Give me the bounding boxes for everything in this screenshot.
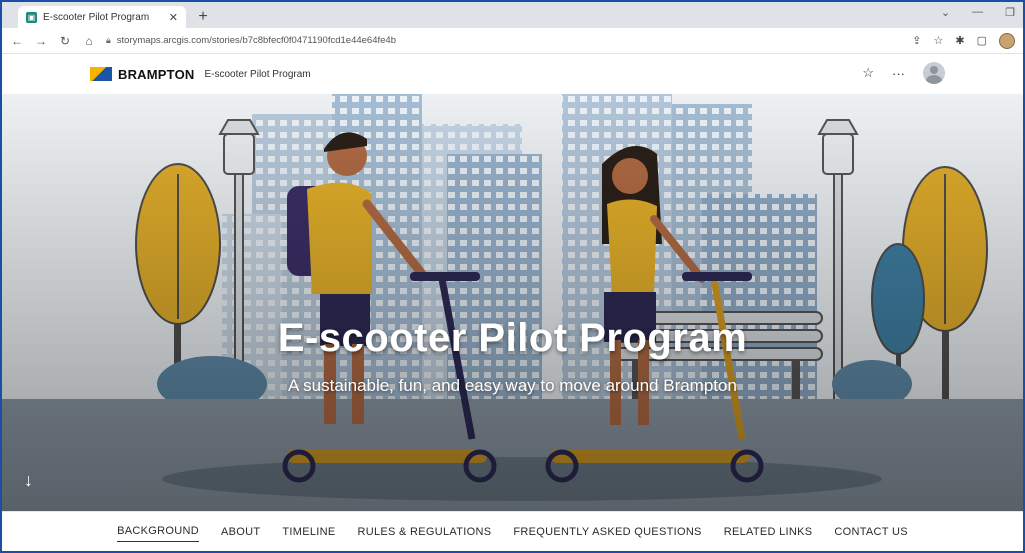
bookmark-star-icon[interactable]: ☆ [934, 34, 944, 47]
nav-timeline[interactable]: TIMELINE [282, 522, 335, 542]
home-icon[interactable]: ⌂ [82, 34, 96, 48]
nav-contact-us[interactable]: CONTACT US [834, 522, 908, 542]
brampton-logo-icon [90, 67, 112, 81]
sidepanel-icon[interactable]: ▢ [977, 34, 987, 47]
more-options-icon[interactable]: ··· [892, 66, 905, 81]
chevron-down-icon[interactable]: ⌄ [941, 6, 950, 19]
storymaps-icon: ▣ [26, 11, 37, 23]
brand-name: BRAMPTON [118, 66, 195, 82]
program-name: E-scooter Pilot Program [204, 68, 311, 80]
nav-background[interactable]: BACKGROUND [117, 521, 199, 542]
hero-illustration [2, 94, 1023, 514]
user-avatar[interactable] [923, 62, 945, 84]
url-field[interactable]: 🔒︎ storymaps.arcgis.com/stories/b7c8bfec… [106, 31, 902, 51]
site-header: BRAMPTON E-scooter Pilot Program ☆ ··· [2, 54, 1023, 94]
nav-about[interactable]: ABOUT [221, 522, 260, 542]
nav-faq[interactable]: FREQUENTLY ASKED QUESTIONS [513, 522, 701, 542]
new-tab-button[interactable]: + [192, 6, 214, 28]
reload-icon[interactable]: ↻ [58, 34, 72, 48]
profile-avatar[interactable] [999, 32, 1015, 49]
scroll-down-icon[interactable]: ↓ [24, 470, 33, 491]
close-tab-icon[interactable]: ✕ [169, 11, 178, 24]
forward-icon[interactable]: → [34, 34, 48, 48]
back-icon[interactable]: ← [10, 34, 24, 48]
restore-icon[interactable]: ❐ [1005, 6, 1015, 19]
share-icon[interactable]: ⇪ [912, 34, 921, 47]
story-navigation: BACKGROUND ABOUT TIMELINE RULES & REGULA… [2, 511, 1023, 551]
tab-strip: ▣ E-scooter Pilot Program ✕ + ⌄ — ❐ [2, 2, 1023, 28]
address-bar: ← → ↻ ⌂ 🔒︎ storymaps.arcgis.com/stories/… [2, 28, 1023, 54]
favorite-star-icon[interactable]: ☆ [862, 65, 874, 81]
nav-rules-regulations[interactable]: RULES & REGULATIONS [358, 522, 492, 542]
brand[interactable]: BRAMPTON E-scooter Pilot Program [90, 67, 311, 82]
hero-subtitle: A sustainable, fun, and easy way to move… [288, 376, 737, 395]
url-text: storymaps.arcgis.com/stories/b7c8bfecf0f… [116, 35, 396, 46]
hero-banner: E-scooter Pilot Program A sustainable, f… [2, 94, 1023, 514]
browser-window: ▣ E-scooter Pilot Program ✕ + ⌄ — ❐ ← → … [0, 0, 1025, 553]
lock-icon: 🔒︎ [106, 35, 111, 45]
nav-related-links[interactable]: RELATED LINKS [724, 522, 813, 542]
hero-title: E-scooter Pilot Program [277, 316, 748, 360]
minimize-icon[interactable]: — [972, 6, 983, 19]
browser-tab[interactable]: ▣ E-scooter Pilot Program ✕ [18, 6, 186, 28]
tab-title: E-scooter Pilot Program [43, 11, 150, 23]
extensions-icon[interactable]: ✱ [955, 34, 964, 47]
